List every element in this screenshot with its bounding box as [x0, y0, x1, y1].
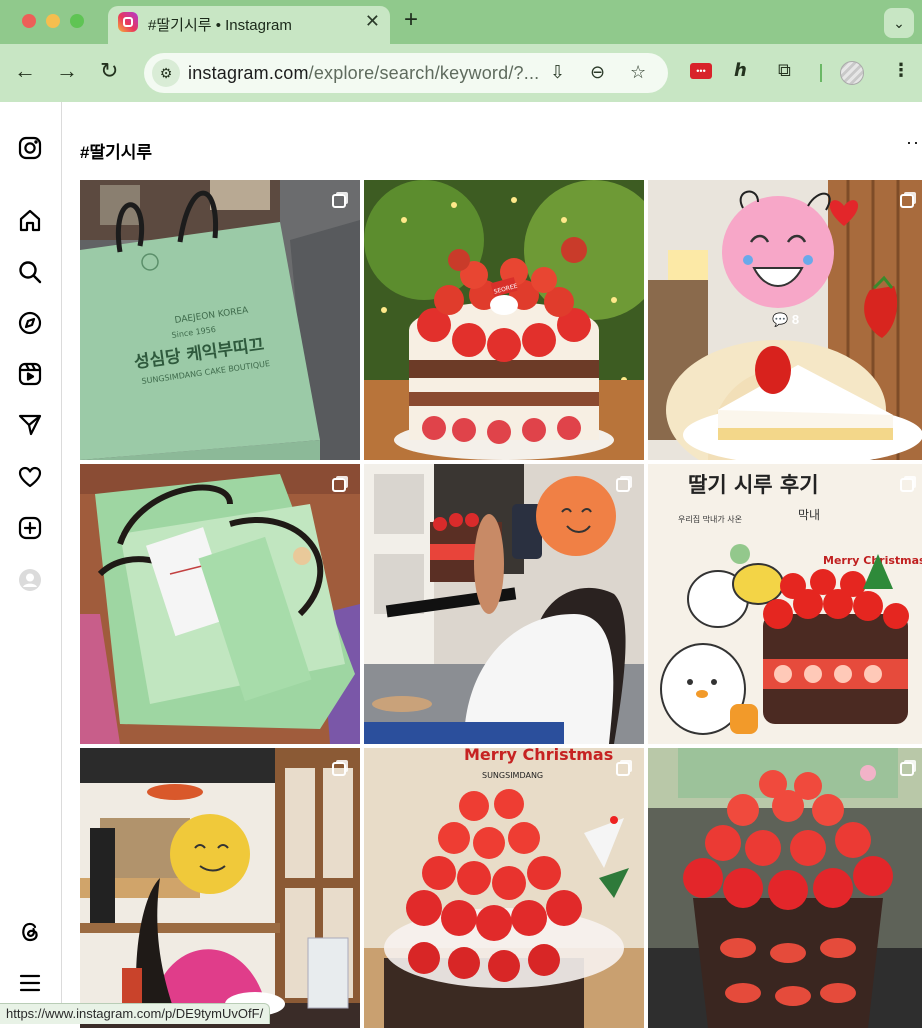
bookmark-star-icon[interactable]: ☆ [630, 62, 646, 83]
review-subtitle-text: 막내 [798, 508, 820, 522]
url-text[interactable]: instagram.com/explore/search/keyword/?..… [188, 63, 539, 84]
back-button[interactable]: ← [14, 60, 36, 82]
messages-icon[interactable] [17, 412, 43, 438]
profile-avatar-icon[interactable] [17, 567, 43, 593]
post-image-strawberry-bingsu: Merry Christmas SUNGSIMDANG [364, 748, 644, 1028]
window-close-button[interactable] [22, 14, 36, 28]
script-extension-icon[interactable]: ℎ [734, 60, 747, 80]
instagram-favicon-icon [118, 12, 138, 32]
url-host: instagram.com [188, 63, 309, 83]
explore-compass-icon[interactable] [17, 310, 43, 336]
review-note-text: 우리집 막내가 사온 [678, 514, 742, 524]
carousel-icon [616, 762, 630, 776]
search-icon[interactable] [17, 259, 43, 285]
new-tab-button[interactable]: + [404, 8, 418, 32]
extensions-puzzle-icon[interactable]: ⧉ [778, 60, 791, 80]
forward-button[interactable]: → [56, 60, 78, 82]
post-tile[interactable] [364, 464, 644, 744]
post-tile[interactable] [80, 748, 360, 1028]
link-status-bar: https://www.instagram.com/p/DE9tymUvOfF/ [0, 1003, 271, 1024]
bingsu-brand-text: SUNGSIMDANG [482, 771, 543, 780]
window-maximize-button[interactable] [70, 14, 84, 28]
bingsu-merry-text: Merry Christmas [464, 748, 613, 764]
notifications-heart-icon[interactable] [17, 464, 43, 490]
browser-tabstrip: #딸기시루 • Instagram ✕ + ⌄ [0, 0, 922, 44]
carousel-icon [900, 194, 914, 208]
post-tile[interactable]: 💬 8 [648, 180, 922, 460]
home-icon[interactable] [17, 208, 43, 234]
browser-tab-active[interactable]: #딸기시루 • Instagram ✕ [108, 6, 390, 44]
address-bar[interactable]: ⚙ instagram.com/explore/search/keyword/?… [144, 53, 668, 93]
create-plus-icon[interactable] [17, 515, 43, 541]
reels-icon[interactable] [17, 361, 43, 387]
instagram-sidebar [0, 102, 62, 1024]
post-tile[interactable]: SEOREE [364, 180, 644, 460]
merry-christmas-text: Merry Christmas [823, 554, 922, 567]
post-image-strawberry-cake-tree: SEOREE [364, 180, 644, 460]
carousel-icon [616, 478, 630, 492]
site-info-icon[interactable]: ⚙ [152, 59, 180, 87]
browser-toolbar: ← → ↻ ⚙ instagram.com/explore/search/key… [0, 44, 922, 102]
post-tile[interactable]: DAEJEON KOREA Since 1956 성심당 케익부띠끄 SUNGS… [80, 180, 360, 460]
review-title-text: 딸기 시루 후기 [688, 473, 819, 497]
url-path: /explore/search/keyword/?... [308, 63, 540, 83]
tab-close-icon[interactable]: ✕ [365, 11, 380, 32]
window-minimize-button[interactable] [46, 14, 60, 28]
carousel-icon [332, 194, 346, 208]
carousel-icon [332, 762, 346, 776]
instagram-page: #딸기시루 ··· DAEJEON KOREA Since 1956 성심당 케… [0, 102, 922, 1028]
post-tile[interactable] [80, 464, 360, 744]
tab-search-button[interactable]: ⌄ [884, 8, 914, 38]
instagram-logo-icon[interactable] [17, 135, 43, 161]
carousel-icon [900, 762, 914, 776]
red-extension-icon[interactable]: ••• [690, 63, 712, 79]
post-tile[interactable]: 딸기 시루 후기 막내 우리집 막내가 사온 Merry Christmas [648, 464, 922, 744]
profile-avatar[interactable] [840, 61, 864, 85]
carousel-icon [900, 478, 914, 492]
post-tile[interactable] [648, 748, 922, 1028]
browser-menu-icon[interactable]: ⋮ [892, 60, 910, 80]
carousel-icon [332, 478, 346, 492]
comment-count: 💬 8 [772, 312, 799, 328]
toolbar-separator [820, 64, 822, 82]
post-image-review-cartoon: 딸기 시루 후기 막내 우리집 막내가 사온 Merry Christmas [648, 464, 922, 744]
post-image-mirror-selfie-with-cake [364, 464, 644, 744]
install-app-icon[interactable]: ⇩ [550, 62, 565, 83]
comment-count-value: 8 [791, 312, 800, 327]
zoom-icon[interactable]: ⊖ [590, 62, 605, 83]
hashtag-title: #딸기시루 [80, 143, 153, 162]
more-options-button[interactable]: ··· [906, 132, 922, 153]
post-image-strawberry-cup [648, 748, 922, 1028]
post-image-girl-in-cafe [80, 748, 360, 1028]
comment-icon: 💬 [772, 312, 789, 327]
tab-title: #딸기시루 • Instagram [148, 17, 292, 34]
reload-button[interactable]: ↻ [100, 60, 118, 82]
post-image-shopping-bag-street: DAEJEON KOREA Since 1956 성심당 케익부띠끄 SUNGS… [80, 180, 360, 460]
threads-icon[interactable] [17, 918, 43, 944]
more-menu-icon[interactable] [17, 970, 43, 996]
post-image-open-shopping-bag [80, 464, 360, 744]
post-tile[interactable]: Merry Christmas SUNGSIMDANG [364, 748, 644, 1028]
